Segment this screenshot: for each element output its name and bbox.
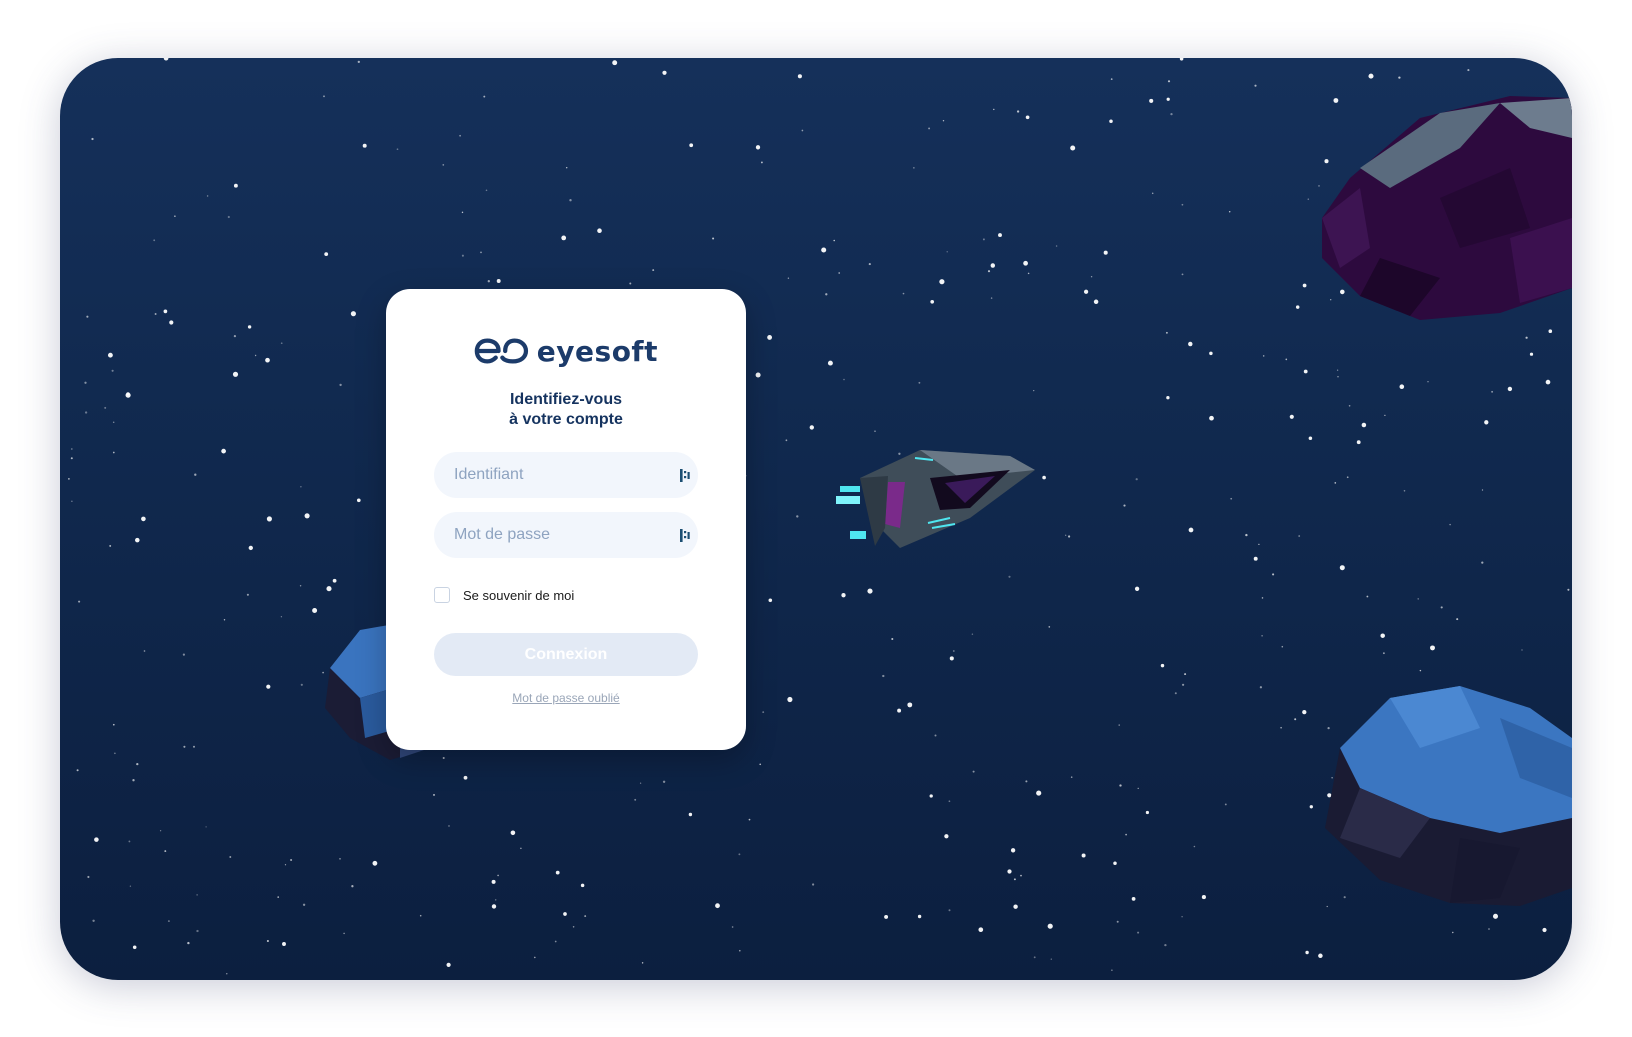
brand-name: eyesoft [536,334,658,368]
forgot-password-link[interactable]: Mot de passe oublié [386,691,746,705]
eyesoft-logo-icon [474,338,529,364]
login-button[interactable]: Connexion [434,633,698,676]
space-scene [68,58,1572,975]
brand-logo: eyesoft [474,333,658,369]
heading-line-1: Identifiez-vous [509,391,622,408]
password-input[interactable] [434,512,664,558]
username-field[interactable] [434,452,698,498]
login-heading: Identifiez-vous à votre compte [386,390,746,430]
purple-asteroid [1322,96,1572,320]
password-field[interactable] [434,512,698,558]
login-card: eyesoft Identifiez-vous à votre compte I… [386,289,746,750]
remember-me-label: Se souvenir de moi [463,587,575,603]
credential-fill-icon[interactable] [678,526,692,544]
blue-asteroid-large [1325,686,1572,906]
space-background: eyesoft Identifiez-vous à votre compte I… [60,58,1572,980]
remember-me-checkbox[interactable] [434,587,450,603]
credential-fill-icon[interactable] [678,466,692,484]
remember-me[interactable]: Se souvenir de moi [434,585,574,605]
spaceship [836,450,1035,548]
heading-line-2: à votre compte [509,411,623,428]
username-input[interactable] [434,452,664,498]
